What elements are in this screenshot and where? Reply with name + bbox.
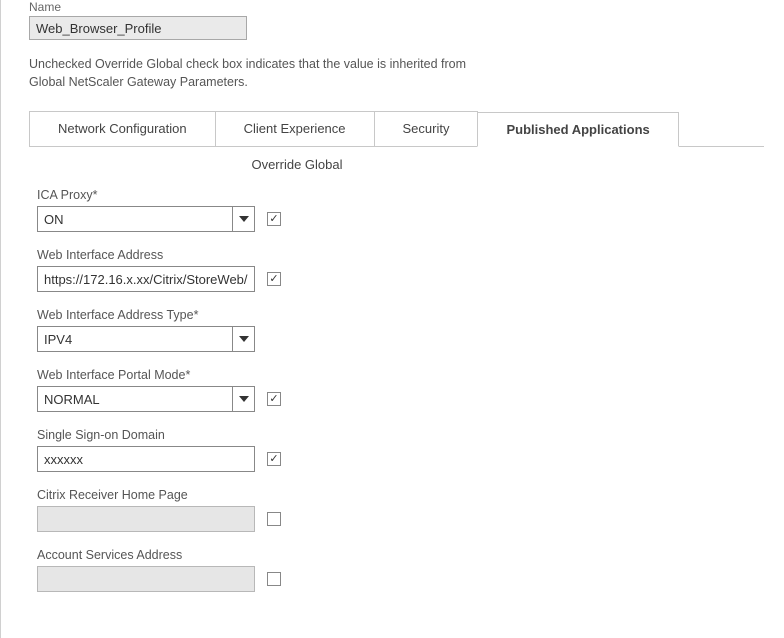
wi-address-label: Web Interface Address	[37, 248, 784, 262]
account-services-input[interactable]	[37, 566, 255, 592]
override-global-heading: Override Global	[37, 157, 557, 172]
wi-portal-override-checkbox[interactable]	[267, 392, 281, 406]
account-services-override-checkbox[interactable]	[267, 572, 281, 586]
tab-client-experience[interactable]: Client Experience	[215, 111, 375, 146]
wi-address-input[interactable]	[37, 266, 255, 292]
published-applications-panel: Override Global ICA Proxy* ON Web Interf…	[9, 147, 784, 638]
wi-address-override-checkbox[interactable]	[267, 272, 281, 286]
wi-portal-label: Web Interface Portal Mode*	[37, 368, 784, 382]
name-label: Name	[29, 0, 764, 14]
name-input[interactable]	[29, 16, 247, 40]
tab-network-configuration[interactable]: Network Configuration	[29, 111, 216, 146]
tab-published-applications[interactable]: Published Applications	[477, 112, 678, 147]
receiver-home-label: Citrix Receiver Home Page	[37, 488, 784, 502]
info-text: Unchecked Override Global check box indi…	[29, 56, 764, 91]
wi-portal-select[interactable]: NORMAL	[37, 386, 255, 412]
wi-type-select[interactable]: IPV4	[37, 326, 255, 352]
ica-proxy-override-checkbox[interactable]	[267, 212, 281, 226]
ica-proxy-select[interactable]: ON	[37, 206, 255, 232]
wi-type-label: Web Interface Address Type*	[37, 308, 784, 322]
sso-domain-override-checkbox[interactable]	[267, 452, 281, 466]
sso-domain-input[interactable]	[37, 446, 255, 472]
tab-security[interactable]: Security	[374, 111, 479, 146]
receiver-home-input[interactable]	[37, 506, 255, 532]
ica-proxy-label: ICA Proxy*	[37, 188, 784, 202]
tabs-bar: Network Configuration Client Experience …	[29, 111, 764, 147]
sso-domain-label: Single Sign-on Domain	[37, 428, 784, 442]
receiver-home-override-checkbox[interactable]	[267, 512, 281, 526]
account-services-label: Account Services Address	[37, 548, 784, 562]
